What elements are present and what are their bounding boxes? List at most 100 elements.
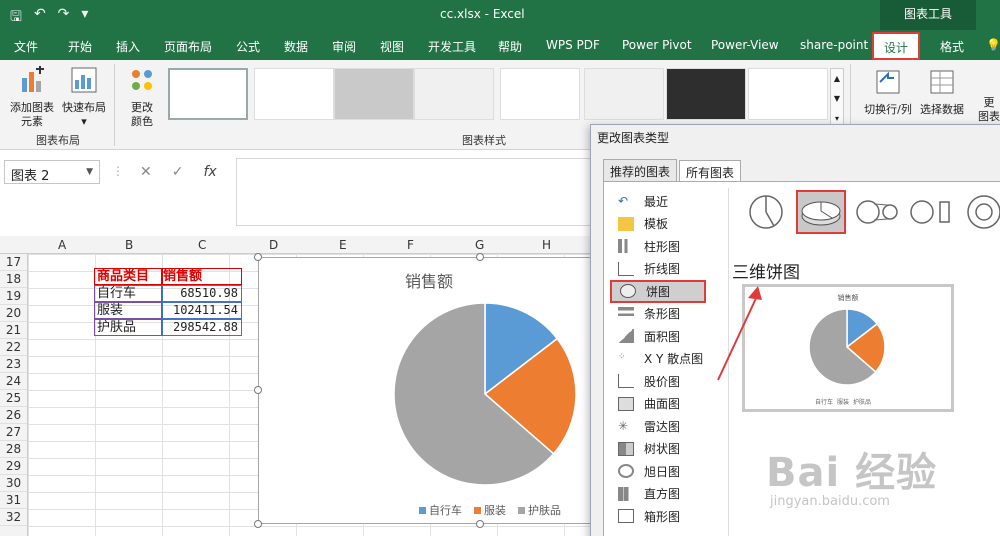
style-gallery-scroll[interactable]: ▲ ▼ ▾ (830, 68, 844, 128)
chart-preview[interactable]: 销售额 自行车 服装 护肤品 (742, 284, 954, 412)
tab-page-layout[interactable]: 页面布局 (164, 38, 212, 55)
chart-style-thumb-7[interactable] (666, 68, 746, 120)
chart-type-histogram[interactable]: 直方图 (610, 483, 722, 506)
cell-sales[interactable]: 68510.98 (162, 285, 242, 302)
tab-share-point[interactable]: share-point (800, 38, 868, 52)
cell-sales[interactable]: 298542.88 (162, 319, 242, 336)
chart-style-thumb-1[interactable] (168, 68, 248, 120)
row-header[interactable]: 24 (0, 373, 27, 390)
row-header[interactable]: 23 (0, 356, 27, 373)
col-c[interactable]: C (198, 238, 206, 252)
chart-type-sunburst[interactable]: 旭日图 (610, 460, 722, 483)
row-header[interactable]: 18 (0, 271, 27, 288)
bar-of-pie-subtype-icon[interactable] (908, 190, 954, 234)
chart-type-treemap[interactable]: 树状图 (610, 438, 722, 461)
chart-type-line[interactable]: 折线图 (610, 258, 722, 281)
row-header[interactable]: 27 (0, 424, 27, 441)
cell-category[interactable]: 自行车 (94, 285, 162, 302)
pie-of-pie-subtype-icon[interactable] (854, 190, 900, 234)
tab-insert[interactable]: 插入 (116, 38, 140, 55)
formula-input[interactable] (236, 158, 600, 226)
tab-data[interactable]: 数据 (284, 38, 308, 55)
cell-sales[interactable]: 102411.54 (162, 302, 242, 319)
cell-category[interactable]: 服装 (94, 302, 162, 319)
chart-style-thumb-4[interactable] (414, 68, 494, 120)
tab-design[interactable]: 设计 (872, 32, 921, 60)
fx-icon[interactable]: fx (203, 164, 216, 180)
row-header[interactable]: 32 (0, 509, 27, 526)
row-header[interactable]: 28 (0, 441, 27, 458)
chart-type-recent[interactable]: ↶ 最近 (610, 190, 722, 213)
chart-type-pie[interactable]: 饼图 (610, 280, 706, 303)
row-header[interactable]: 19 (0, 288, 27, 305)
lightbulb-icon[interactable]: 💡 (986, 38, 1000, 52)
more-chart-button[interactable]: 更 图表 (978, 96, 1000, 124)
save-icon[interactable]: 🖫 (10, 6, 22, 30)
tab-view[interactable]: 视图 (380, 38, 404, 55)
redo-icon[interactable]: ↷ (58, 6, 70, 30)
undo-icon[interactable]: ↶ (34, 6, 46, 30)
tab-review[interactable]: 审阅 (332, 38, 356, 55)
tab-format[interactable]: 格式 (940, 38, 964, 55)
chart-style-thumb-5[interactable] (500, 68, 580, 120)
resize-handle[interactable] (254, 253, 262, 261)
change-colors-button[interactable]: 更改 颜色 (120, 66, 164, 129)
row-header[interactable]: 29 (0, 458, 27, 475)
chart-type-templates[interactable]: 模板 (610, 213, 722, 236)
header-cell-sales[interactable]: 销售额 (162, 268, 242, 285)
col-b[interactable]: B (125, 238, 133, 252)
col-e[interactable]: E (339, 238, 347, 252)
row-header[interactable]: 25 (0, 390, 27, 407)
doughnut-subtype-icon[interactable] (962, 190, 1000, 234)
add-chart-element-button[interactable]: 添加图表 元素 (6, 66, 58, 129)
col-h[interactable]: H (542, 238, 551, 252)
cancel-icon[interactable]: ✕ (140, 164, 152, 180)
pie-subtype-icon[interactable] (744, 190, 788, 234)
select-data-button[interactable]: 选择数据 (916, 68, 968, 117)
chart-style-thumb-6[interactable] (584, 68, 664, 120)
col-f[interactable]: F (407, 238, 414, 252)
cell-category[interactable]: 护肤品 (94, 319, 162, 336)
switch-row-column-button[interactable]: 切换行/列 (860, 68, 916, 117)
quick-layout-button[interactable]: 快速布局 ▾ (60, 66, 108, 129)
tab-developer[interactable]: 开发工具 (428, 38, 476, 55)
chart-type-column[interactable]: 柱形图 (610, 235, 722, 258)
pie-chart-object[interactable]: 销售额 自行车 服装 护肤品 (258, 257, 600, 524)
row-header[interactable]: 17 (0, 254, 27, 271)
resize-handle[interactable] (476, 253, 484, 261)
tab-help[interactable]: 帮助 (498, 38, 522, 55)
row-header[interactable]: 30 (0, 475, 27, 492)
row-header[interactable]: 20 (0, 305, 27, 322)
tab-recommended-charts[interactable]: 推荐的图表 (603, 159, 678, 183)
row-header[interactable]: 21 (0, 322, 27, 339)
resize-handle[interactable] (476, 520, 484, 528)
col-a[interactable]: A (58, 238, 66, 252)
chart-style-thumb-2[interactable] (254, 68, 334, 120)
customize-icon[interactable]: ▾ (81, 6, 88, 30)
tab-file[interactable]: 文件 (14, 38, 38, 55)
tab-wps-pdf[interactable]: WPS PDF (546, 38, 600, 52)
resize-handle[interactable] (254, 520, 262, 528)
row-header[interactable]: 26 (0, 407, 27, 424)
chart-type-boxplot[interactable]: 箱形图 (610, 505, 722, 528)
chevron-down-icon[interactable]: ▼ (86, 167, 93, 177)
header-cell-category[interactable]: 商品类目 (94, 268, 162, 285)
col-g[interactable]: G (475, 238, 484, 252)
row-header[interactable]: 31 (0, 492, 27, 509)
tab-home[interactable]: 开始 (68, 38, 92, 55)
name-box[interactable]: 图表 2 ▼ (4, 160, 100, 184)
chart-type-radar[interactable]: ✳ 雷达图 (610, 415, 722, 438)
chart-type-surface[interactable]: 曲面图 (610, 393, 722, 416)
tab-power-view[interactable]: Power-View (711, 38, 779, 52)
chart-style-thumb-3[interactable] (334, 68, 414, 120)
row-header[interactable]: 22 (0, 339, 27, 356)
col-d[interactable]: D (269, 238, 278, 252)
3d-pie-subtype-icon[interactable] (796, 190, 846, 234)
tab-formulas[interactable]: 公式 (236, 38, 260, 55)
legend-item: 自行车 (419, 502, 462, 518)
resize-handle[interactable] (254, 386, 262, 394)
confirm-icon[interactable]: ✓ (172, 164, 184, 180)
chart-legend[interactable]: 自行车 服装 护肤品 (419, 502, 561, 518)
chart-style-thumb-8[interactable] (748, 68, 828, 120)
tab-power-pivot[interactable]: Power Pivot (622, 38, 692, 52)
